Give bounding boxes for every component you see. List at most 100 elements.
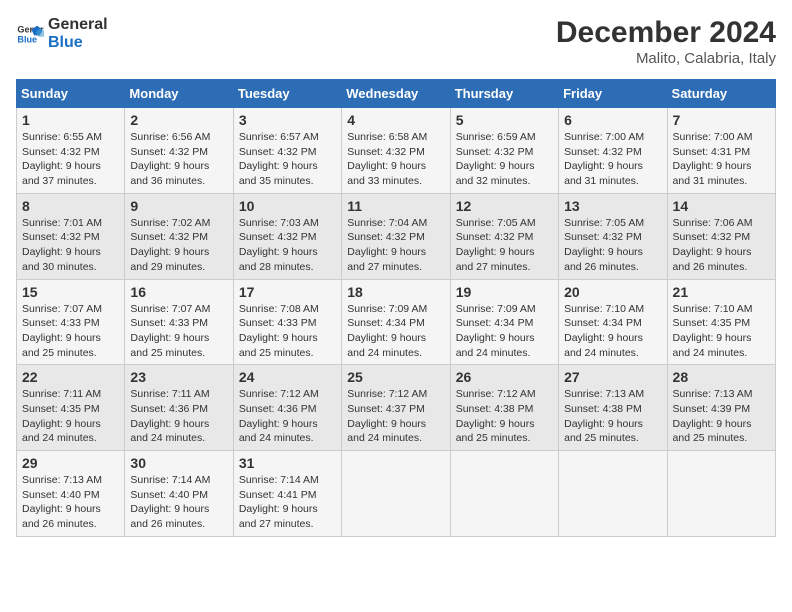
day-number: 26 [456,369,553,385]
calendar-cell: 18 Sunrise: 7:09 AM Sunset: 4:34 PM Dayli… [342,279,450,365]
day-info: Sunrise: 7:00 AM Sunset: 4:32 PM Dayligh… [564,130,661,189]
calendar-subtitle: Malito, Calabria, Italy [556,50,776,67]
day-info: Sunrise: 7:00 AM Sunset: 4:31 PM Dayligh… [673,130,770,189]
calendar-week-3: 15 Sunrise: 7:07 AM Sunset: 4:33 PM Dayli… [17,279,776,365]
day-info: Sunrise: 7:08 AM Sunset: 4:33 PM Dayligh… [239,302,336,361]
day-number: 16 [130,284,227,300]
day-number: 15 [22,284,119,300]
calendar-cell: 19Sunrise: 7:09 AM Sunset: 4:34 PM Dayli… [450,279,558,365]
day-number: 8 [22,198,119,214]
logo-icon: General Blue [16,20,44,48]
day-info: Sunrise: 7:13 AM Sunset: 4:39 PM Dayligh… [673,387,770,446]
calendar-cell: 28 Sunrise: 7:13 AM Sunset: 4:39 PM Dayli… [667,365,775,451]
day-number: 10 [239,198,336,214]
calendar-cell: 11 Sunrise: 7:04 AM Sunset: 4:32 PM Dayli… [342,193,450,279]
calendar-cell: 23Sunrise: 7:11 AM Sunset: 4:36 PM Dayli… [125,365,233,451]
weekday-header-monday: Monday [125,80,233,108]
day-info: Sunrise: 6:57 AM Sunset: 4:32 PM Dayligh… [239,130,336,189]
day-info: Sunrise: 7:01 AM Sunset: 4:32 PM Dayligh… [22,216,119,275]
day-info: Sunrise: 6:58 AM Sunset: 4:32 PM Dayligh… [347,130,444,189]
day-number: 21 [673,284,770,300]
day-info: Sunrise: 6:56 AM Sunset: 4:32 PM Dayligh… [130,130,227,189]
calendar-cell: 27 Sunrise: 7:13 AM Sunset: 4:38 PM Dayli… [559,365,667,451]
day-info: Sunrise: 7:11 AM Sunset: 4:35 PM Dayligh… [22,387,119,446]
calendar-header-row: SundayMondayTuesdayWednesdayThursdayFrid… [17,80,776,108]
day-number: 24 [239,369,336,385]
day-info: Sunrise: 7:09 AM Sunset: 4:34 PM Dayligh… [347,302,444,361]
calendar-cell: 6Sunrise: 7:00 AM Sunset: 4:32 PM Daylig… [559,108,667,194]
calendar-cell: 15Sunrise: 7:07 AM Sunset: 4:33 PM Dayli… [17,279,125,365]
day-number: 23 [130,369,227,385]
calendar-cell: 4 Sunrise: 6:58 AM Sunset: 4:32 PM Daylig… [342,108,450,194]
calendar-cell: 3Sunrise: 6:57 AM Sunset: 4:32 PM Daylig… [233,108,341,194]
day-info: Sunrise: 7:04 AM Sunset: 4:32 PM Dayligh… [347,216,444,275]
day-number: 11 [347,198,444,214]
calendar-cell: 9 Sunrise: 7:02 AM Sunset: 4:32 PM Daylig… [125,193,233,279]
day-info: Sunrise: 7:14 AM Sunset: 4:40 PM Dayligh… [130,473,227,532]
day-number: 1 [22,112,119,128]
day-info: Sunrise: 7:13 AM Sunset: 4:38 PM Dayligh… [564,387,661,446]
calendar-cell [342,451,450,537]
page-header: General Blue General Blue December 2024 … [16,16,776,67]
calendar-cell: 7 Sunrise: 7:00 AM Sunset: 4:31 PM Daylig… [667,108,775,194]
calendar-cell: 5Sunrise: 6:59 AM Sunset: 4:32 PM Daylig… [450,108,558,194]
logo-line1: General [48,16,108,34]
calendar-cell [559,451,667,537]
calendar-cell: 12 Sunrise: 7:05 AM Sunset: 4:32 PM Dayli… [450,193,558,279]
calendar-week-5: 29 Sunrise: 7:13 AM Sunset: 4:40 PM Dayli… [17,451,776,537]
calendar-cell: 14 Sunrise: 7:06 AM Sunset: 4:32 PM Dayli… [667,193,775,279]
calendar-cell: 25 Sunrise: 7:12 AM Sunset: 4:37 PM Dayli… [342,365,450,451]
day-info: Sunrise: 6:55 AM Sunset: 4:32 PM Dayligh… [22,130,119,189]
svg-text:Blue: Blue [17,34,37,44]
day-number: 14 [673,198,770,214]
calendar-cell: 1 Sunrise: 6:55 AM Sunset: 4:32 PM Daylig… [17,108,125,194]
day-info: Sunrise: 7:14 AM Sunset: 4:41 PM Dayligh… [239,473,336,532]
calendar-title: December 2024 [556,16,776,50]
day-number: 27 [564,369,661,385]
day-number: 4 [347,112,444,128]
calendar-cell [667,451,775,537]
day-number: 29 [22,455,119,471]
calendar-week-4: 22Sunrise: 7:11 AM Sunset: 4:35 PM Dayli… [17,365,776,451]
day-number: 12 [456,198,553,214]
day-number: 17 [239,284,336,300]
calendar-cell: 24 Sunrise: 7:12 AM Sunset: 4:36 PM Dayli… [233,365,341,451]
day-info: Sunrise: 7:05 AM Sunset: 4:32 PM Dayligh… [564,216,661,275]
calendar-cell: 20Sunrise: 7:10 AM Sunset: 4:34 PM Dayli… [559,279,667,365]
day-number: 25 [347,369,444,385]
calendar-table: SundayMondayTuesdayWednesdayThursdayFrid… [16,79,776,537]
calendar-cell: 21Sunrise: 7:10 AM Sunset: 4:35 PM Dayli… [667,279,775,365]
day-number: 13 [564,198,661,214]
calendar-cell [450,451,558,537]
logo-line2: Blue [48,34,108,52]
calendar-cell: 29 Sunrise: 7:13 AM Sunset: 4:40 PM Dayli… [17,451,125,537]
weekday-header-sunday: Sunday [17,80,125,108]
calendar-cell: 10Sunrise: 7:03 AM Sunset: 4:32 PM Dayli… [233,193,341,279]
weekday-header-wednesday: Wednesday [342,80,450,108]
day-number: 9 [130,198,227,214]
calendar-cell: 16 Sunrise: 7:07 AM Sunset: 4:33 PM Dayli… [125,279,233,365]
calendar-cell: 8 Sunrise: 7:01 AM Sunset: 4:32 PM Daylig… [17,193,125,279]
calendar-cell: 31 Sunrise: 7:14 AM Sunset: 4:41 PM Dayli… [233,451,341,537]
day-number: 31 [239,455,336,471]
day-info: Sunrise: 7:06 AM Sunset: 4:32 PM Dayligh… [673,216,770,275]
day-info: Sunrise: 7:12 AM Sunset: 4:37 PM Dayligh… [347,387,444,446]
calendar-week-2: 8 Sunrise: 7:01 AM Sunset: 4:32 PM Daylig… [17,193,776,279]
weekday-header-thursday: Thursday [450,80,558,108]
day-number: 7 [673,112,770,128]
day-number: 2 [130,112,227,128]
calendar-cell: 30Sunrise: 7:14 AM Sunset: 4:40 PM Dayli… [125,451,233,537]
day-info: Sunrise: 7:05 AM Sunset: 4:32 PM Dayligh… [456,216,553,275]
day-number: 28 [673,369,770,385]
weekday-header-friday: Friday [559,80,667,108]
day-number: 18 [347,284,444,300]
calendar-cell: 2 Sunrise: 6:56 AM Sunset: 4:32 PM Daylig… [125,108,233,194]
day-info: Sunrise: 7:13 AM Sunset: 4:40 PM Dayligh… [22,473,119,532]
day-info: Sunrise: 7:02 AM Sunset: 4:32 PM Dayligh… [130,216,227,275]
calendar-cell: 13 Sunrise: 7:05 AM Sunset: 4:32 PM Dayli… [559,193,667,279]
weekday-header-saturday: Saturday [667,80,775,108]
day-info: Sunrise: 6:59 AM Sunset: 4:32 PM Dayligh… [456,130,553,189]
day-info: Sunrise: 7:07 AM Sunset: 4:33 PM Dayligh… [130,302,227,361]
calendar-cell: 26Sunrise: 7:12 AM Sunset: 4:38 PM Dayli… [450,365,558,451]
day-info: Sunrise: 7:12 AM Sunset: 4:36 PM Dayligh… [239,387,336,446]
